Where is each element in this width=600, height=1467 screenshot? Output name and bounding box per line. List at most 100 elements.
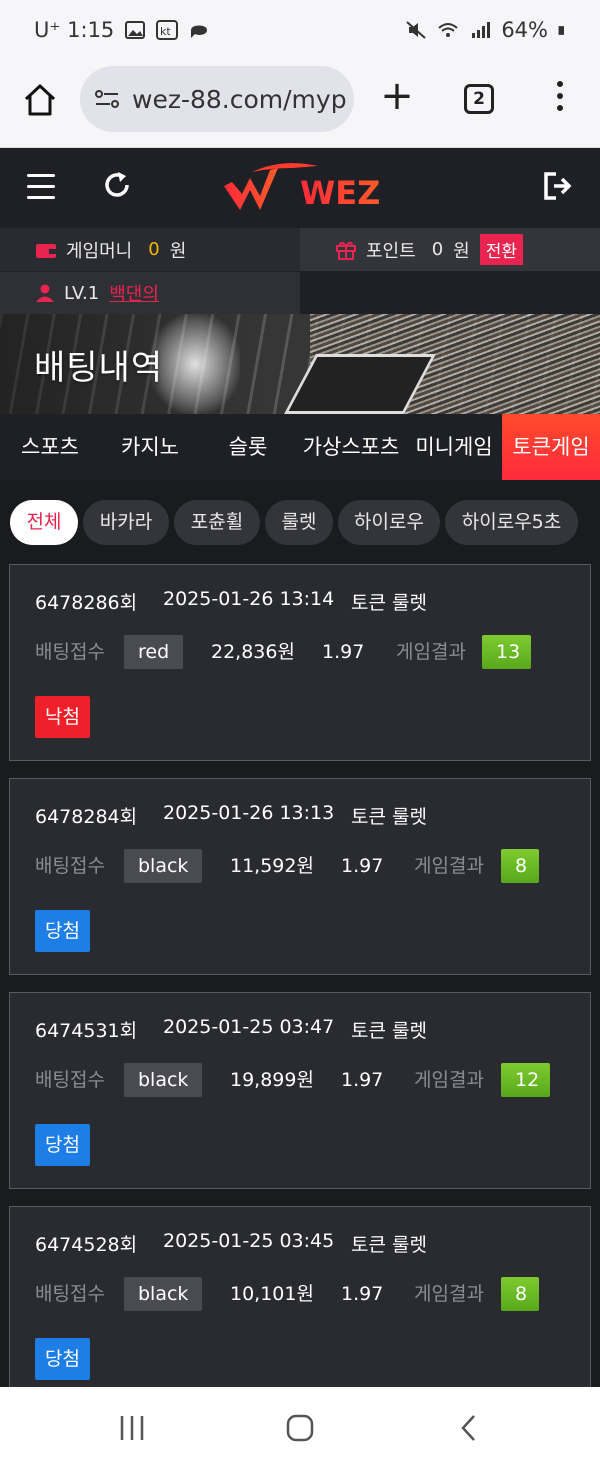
game-result-badge: 8 [501, 849, 539, 883]
kt-icon: kt [156, 20, 179, 40]
bet-status-badge: 낙첨 [35, 696, 90, 738]
round-number: 6474528회 [35, 1234, 138, 1256]
signal-icon [472, 22, 491, 38]
game-result-badge: 12 [501, 1063, 550, 1097]
battery-percent: 64% [501, 18, 548, 42]
wez-logo[interactable]: WEZ [222, 160, 382, 216]
accept-label: 배팅접수 [35, 1283, 105, 1305]
site-header: WEZ [0, 148, 600, 228]
tab-minigame[interactable]: 미니게임 [406, 414, 502, 480]
game-money-label: 게임머니 [66, 240, 133, 262]
account-panel: 게임머니 0 원 포인트 0 원 전환 LV.1 백댄의 [0, 228, 600, 314]
game-name: 토큰 룰렛 [351, 806, 427, 828]
address-bar[interactable]: wez-88.com/myp [80, 66, 354, 132]
bet-card[interactable]: 6474528회 2025-01-25 03:45 토큰 룰렛 배팅접수 bla… [9, 1206, 591, 1403]
point-label: 포인트 [366, 240, 416, 262]
bet-card[interactable]: 6478286회 2025-01-26 13:14 토큰 룰렛 배팅접수 red… [9, 564, 591, 761]
page-banner: 배팅내역 [0, 314, 600, 414]
round-number: 6478284회 [35, 806, 138, 828]
game-result-badge: 8 [501, 1277, 539, 1311]
category-tabs: 스포츠 카지노 슬롯 가상스포츠 미니게임 토큰게임 [0, 414, 600, 480]
bet-status-badge: 당첨 [35, 910, 90, 952]
game-filter-tabs: 전체 바카라 포츈휠 룰렛 하이로우 하이로우5초 [0, 480, 600, 560]
wifi-icon [438, 23, 458, 37]
site-settings-icon[interactable] [94, 88, 120, 110]
bet-datetime: 2025-01-25 03:45 [163, 1230, 335, 1252]
tab-casino[interactable]: 카지노 [100, 414, 200, 480]
browser-menu-icon[interactable] [548, 78, 572, 118]
nickname-link[interactable]: 백댄의 [109, 280, 159, 306]
game-name: 토큰 룰렛 [351, 1234, 427, 1256]
home-icon[interactable] [22, 82, 58, 118]
tab-slot[interactable]: 슬롯 [200, 414, 296, 480]
accept-label: 배팅접수 [35, 641, 105, 663]
browser-toolbar: wez-88.com/myp + 2 [0, 64, 600, 148]
status-bar: U⁺ 1:15 kt 64% [0, 0, 600, 64]
accept-label: 배팅접수 [35, 855, 105, 877]
game-name: 토큰 룰렛 [351, 592, 427, 614]
tab-sports[interactable]: 스포츠 [0, 414, 100, 480]
point-unit: 원 [453, 240, 470, 262]
accept-label: 배팅접수 [35, 1069, 105, 1091]
bet-odds: 1.97 [341, 1069, 384, 1091]
bet-odds: 1.97 [341, 1283, 384, 1305]
tab-virtual-sports[interactable]: 가상스포츠 [296, 414, 406, 480]
bet-pick: black [124, 1063, 203, 1097]
recent-apps-icon[interactable] [118, 1413, 146, 1443]
bet-amount: 19,899원 [230, 1069, 314, 1091]
bet-status-badge: 당첨 [35, 1124, 90, 1166]
bet-odds: 1.97 [341, 855, 384, 877]
filter-fortune-wheel[interactable]: 포츈휠 [174, 500, 260, 545]
result-label: 게임결과 [414, 855, 484, 877]
filter-hilo-5s[interactable]: 하이로우5초 [445, 500, 578, 545]
user-level: LV.1 백댄의 [0, 271, 300, 314]
filter-all[interactable]: 전체 [10, 500, 78, 545]
bet-amount: 22,836원 [211, 641, 295, 663]
bet-pick: black [124, 849, 203, 883]
point-value: 0 [431, 239, 444, 260]
bet-pick: red [124, 635, 184, 669]
refresh-icon[interactable] [102, 170, 132, 200]
back-icon[interactable] [458, 1413, 478, 1443]
bet-pick: black [124, 1277, 203, 1311]
filter-roulette[interactable]: 룰렛 [265, 500, 333, 545]
bet-status-badge: 당첨 [35, 1338, 90, 1380]
bet-card[interactable]: 6474531회 2025-01-25 03:47 토큰 룰렛 배팅접수 bla… [9, 992, 591, 1189]
bet-card[interactable]: 6478284회 2025-01-26 13:13 토큰 룰렛 배팅접수 bla… [9, 778, 591, 975]
user-icon [36, 284, 54, 302]
game-result-badge: 13 [482, 635, 531, 669]
logout-icon[interactable] [542, 170, 574, 202]
filter-hilo[interactable]: 하이로우 [338, 500, 440, 545]
svg-text:kt: kt [160, 25, 171, 38]
wallet-icon [36, 243, 56, 258]
bet-history-list: 6478286회 2025-01-26 13:14 토큰 룰렛 배팅접수 red… [9, 564, 591, 1420]
bet-datetime: 2025-01-26 13:13 [163, 802, 335, 824]
gift-icon [336, 241, 356, 260]
level-text: LV.1 [64, 282, 100, 304]
game-name: 토큰 룰렛 [351, 1020, 427, 1042]
tab-token-game[interactable]: 토큰게임 [502, 414, 600, 480]
new-tab-button[interactable]: + [378, 76, 416, 116]
bet-datetime: 2025-01-26 13:14 [163, 588, 335, 610]
mute-icon [406, 21, 426, 39]
game-money-unit: 원 [169, 240, 187, 262]
tab-switcher-button[interactable]: 2 [464, 84, 494, 114]
result-label: 게임결과 [414, 1069, 484, 1091]
home-nav-icon[interactable] [285, 1413, 315, 1443]
url-text: wez-88.com/myp [132, 84, 347, 114]
system-nav-bar [0, 1387, 600, 1467]
chat-icon [191, 25, 208, 38]
gallery-icon [125, 21, 146, 39]
bet-odds: 1.97 [322, 641, 365, 663]
result-label: 게임결과 [396, 641, 466, 663]
game-money: 게임머니 0 원 [0, 228, 300, 271]
logo-text: WEZ [300, 174, 380, 212]
menu-icon[interactable] [27, 174, 55, 199]
battery-icon [558, 26, 564, 35]
result-label: 게임결과 [414, 1283, 484, 1305]
point-swap-button[interactable]: 전환 [479, 234, 523, 265]
page-title: 배팅내역 [34, 348, 164, 388]
points: 포인트 0 원 전환 [300, 228, 600, 271]
carrier-time: U⁺ 1:15 [34, 18, 115, 42]
filter-baccarat[interactable]: 바카라 [83, 500, 169, 545]
